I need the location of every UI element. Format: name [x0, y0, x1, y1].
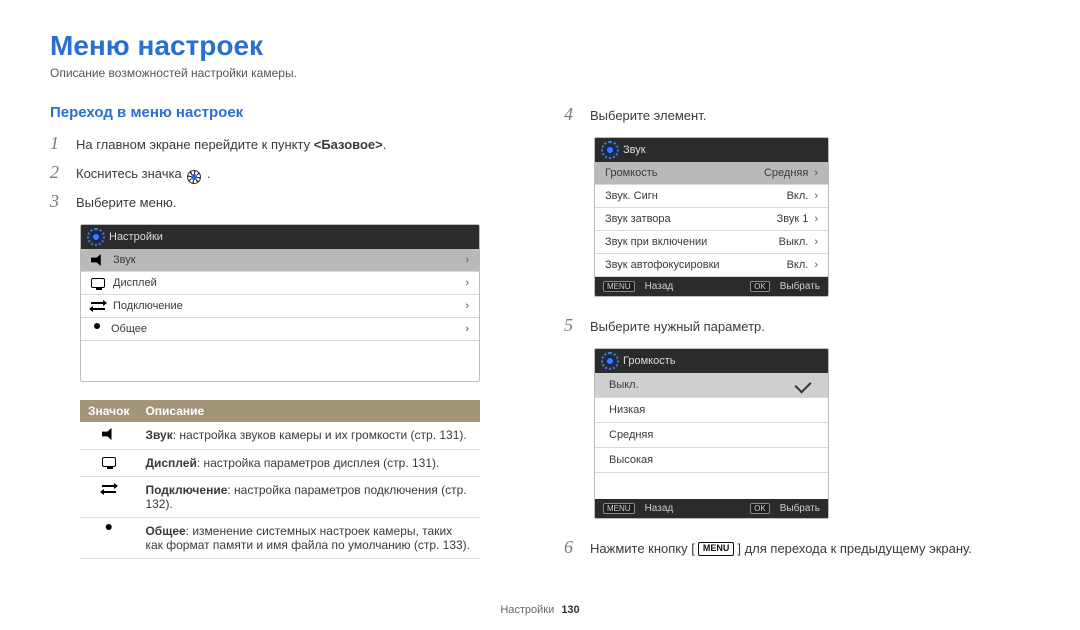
volume-screenshot: Громкость Выкл. Низкая Средняя Высокая M: [594, 348, 829, 519]
volume-option: Низкая: [595, 398, 828, 423]
step-num: 1: [50, 133, 66, 154]
chevron-right-icon: ›: [814, 190, 818, 202]
chevron-right-icon: ›: [814, 213, 818, 225]
menu-key-icon: MENU: [698, 542, 735, 556]
step-num: 4: [564, 104, 580, 125]
page-number: 130: [561, 604, 579, 616]
step-num: 6: [564, 537, 580, 558]
gear-icon: [603, 143, 617, 157]
section-heading: Переход в меню настроек: [50, 104, 516, 121]
ui-navbar: MENU Назад OK Выбрать: [595, 277, 828, 296]
chevron-right-icon: ›: [465, 254, 469, 266]
chevron-right-icon: ›: [814, 236, 818, 248]
chevron-right-icon: ›: [465, 300, 469, 312]
volume-option: Выкл.: [595, 373, 828, 398]
ui-header: Звук: [595, 138, 828, 162]
display-icon: [102, 457, 116, 467]
sound-screenshot: Звук Громкость Средняя› Звук. Сигн Вкл.›…: [594, 137, 829, 297]
description-table: Значок Описание Звук: настройка звуков к…: [80, 400, 480, 559]
chevron-right-icon: ›: [465, 277, 469, 289]
table-row: Подключение: настройка параметров подклю…: [80, 477, 480, 518]
sound-icon: [102, 428, 116, 440]
sound-row: Звук затвора Звук 1›: [595, 208, 828, 231]
th-icon: Значок: [80, 400, 137, 422]
step-text: Выберите нужный параметр.: [590, 319, 765, 334]
step-text: Выберите элемент.: [590, 108, 706, 123]
ui-navbar: MENU Назад OK Выбрать: [595, 499, 828, 518]
settings-row-general: Общее ›: [81, 318, 479, 341]
volume-option: Средняя: [595, 423, 828, 448]
ok-key-icon: OK: [750, 281, 770, 292]
step-4: 4 Выберите элемент.: [564, 104, 1030, 125]
step-text: Нажмите кнопку [: [590, 541, 695, 556]
step-3: 3 Выберите меню.: [50, 191, 516, 212]
connection-icon: [91, 300, 105, 312]
ui-header: Громкость: [595, 349, 828, 373]
step-1: 1 На главном экране перейдите к пункту <…: [50, 133, 516, 154]
display-icon: [91, 278, 105, 288]
ui-header-label: Настройки: [109, 231, 163, 243]
sound-icon: [91, 254, 105, 266]
th-desc: Описание: [137, 400, 480, 422]
settings-screenshot: Настройки Звук › Дисплей › Подключение ›…: [80, 224, 480, 382]
table-row: Общее: изменение системных настроек каме…: [80, 518, 480, 559]
table-row: Дисплей: настройка параметров дисплея (с…: [80, 450, 480, 477]
user-icon: [91, 323, 103, 335]
step-bold: <Базовое>: [314, 137, 383, 152]
settings-row-sound: Звук ›: [81, 249, 479, 272]
volume-option: Высокая: [595, 448, 828, 473]
step-6: 6 Нажмите кнопку [MENU] для перехода к п…: [564, 537, 1030, 558]
gear-icon: [187, 170, 201, 184]
sound-row: Звук при включении Выкл.›: [595, 231, 828, 254]
menu-key-icon: MENU: [603, 281, 635, 292]
step-num: 3: [50, 191, 66, 212]
step-text: На главном экране перейдите к пункту: [76, 137, 314, 152]
sound-row: Звук автофокусировки Вкл.›: [595, 254, 828, 277]
step-num: 5: [564, 315, 580, 336]
sound-row: Громкость Средняя›: [595, 162, 828, 185]
table-row: Звук: настройка звуков камеры и их громк…: [80, 422, 480, 450]
step-2: 2 Коснитесь значка .: [50, 162, 516, 183]
page-footer: Настройки 130: [0, 604, 1080, 616]
step-5: 5 Выберите нужный параметр.: [564, 315, 1030, 336]
gear-icon: [89, 230, 103, 244]
chevron-right-icon: ›: [814, 167, 818, 179]
step-text: Коснитесь значка: [76, 166, 182, 181]
step-text: Выберите меню.: [76, 195, 176, 210]
check-icon: [795, 377, 812, 394]
chevron-right-icon: ›: [814, 259, 818, 271]
settings-row-connection: Подключение ›: [81, 295, 479, 318]
gear-icon: [603, 354, 617, 368]
sound-row: Звук. Сигн Вкл.›: [595, 185, 828, 208]
page-subtitle: Описание возможностей настройки камеры.: [50, 66, 1030, 80]
ui-header: Настройки: [81, 225, 479, 249]
ok-key-icon: OK: [750, 503, 770, 514]
settings-row-display: Дисплей ›: [81, 272, 479, 295]
chevron-right-icon: ›: [465, 323, 469, 335]
connection-icon: [102, 483, 116, 495]
page-title: Меню настроек: [50, 30, 1030, 62]
step-num: 2: [50, 162, 66, 183]
menu-key-icon: MENU: [603, 503, 635, 514]
user-icon: [103, 524, 115, 536]
